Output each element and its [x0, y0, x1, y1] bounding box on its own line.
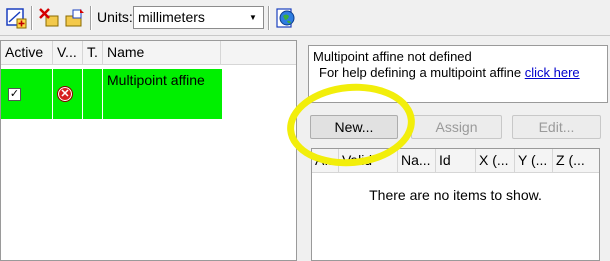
edit-button[interactable]: Edit...	[512, 115, 601, 139]
table-row[interactable]: ✓ ✕ Multipoint affine	[1, 69, 222, 119]
transform-list-header: Active V... T. Name	[1, 41, 296, 65]
toolbar-separator	[268, 6, 270, 30]
column-header-type[interactable]: T.	[83, 41, 103, 64]
georeference-icon	[276, 8, 295, 28]
column-header-name[interactable]: Na...	[398, 149, 436, 172]
assign-button[interactable]: Assign	[411, 115, 502, 139]
new-button[interactable]: New...	[310, 115, 398, 139]
help-link[interactable]: click here	[525, 65, 580, 80]
help-message: For help defining a multipoint affine cl…	[313, 65, 603, 81]
column-header-z[interactable]: Z (...	[553, 149, 599, 172]
cell-active: ✓	[1, 69, 53, 119]
units-dropdown[interactable]: millimeters ▼	[133, 6, 264, 29]
cell-type	[83, 69, 103, 119]
invalid-icon: ✕	[57, 86, 73, 102]
status-message-box: Multipoint affine not defined For help d…	[308, 45, 608, 103]
cell-valid: ✕	[53, 69, 83, 119]
toolbar: Units: millimeters ▼	[0, 0, 610, 36]
column-header-active[interactable]: A...	[312, 149, 339, 172]
transform-name: Multipoint affine	[107, 72, 205, 88]
column-header-active[interactable]: Active	[1, 41, 53, 64]
column-header-name[interactable]: Name	[103, 41, 221, 64]
column-header-valid[interactable]: V...	[53, 41, 83, 64]
delete-transform-button[interactable]	[36, 5, 62, 31]
add-transform-icon	[6, 8, 27, 29]
empty-list-message: There are no items to show.	[369, 187, 542, 203]
active-checkbox[interactable]: ✓	[8, 88, 21, 101]
toolbar-separator	[90, 6, 92, 30]
import-transform-icon	[65, 9, 84, 27]
points-list-header: A... Valid Na... Id X (... Y (... Z (...	[312, 149, 599, 173]
transform-list[interactable]: Active V... T. Name ✓ ✕ Multipoint affin…	[0, 40, 297, 261]
georeference-button[interactable]	[273, 5, 299, 31]
column-header-id[interactable]: Id	[436, 149, 476, 172]
import-transform-button[interactable]	[62, 5, 88, 31]
units-value: millimeters	[138, 9, 205, 25]
toolbar-separator	[31, 6, 33, 30]
column-header-y[interactable]: Y (...	[515, 149, 553, 172]
add-transform-button[interactable]	[3, 5, 29, 31]
delete-transform-icon	[39, 8, 59, 27]
chevron-down-icon[interactable]: ▼	[246, 7, 260, 28]
help-text: For help defining a multipoint affine	[319, 65, 522, 80]
column-header-valid[interactable]: Valid	[339, 149, 398, 172]
status-message: Multipoint affine not defined	[313, 49, 472, 64]
units-label: Units:	[97, 9, 133, 25]
column-header-x[interactable]: X (...	[476, 149, 515, 172]
points-list[interactable]: A... Valid Na... Id X (... Y (... Z (...…	[311, 148, 600, 261]
